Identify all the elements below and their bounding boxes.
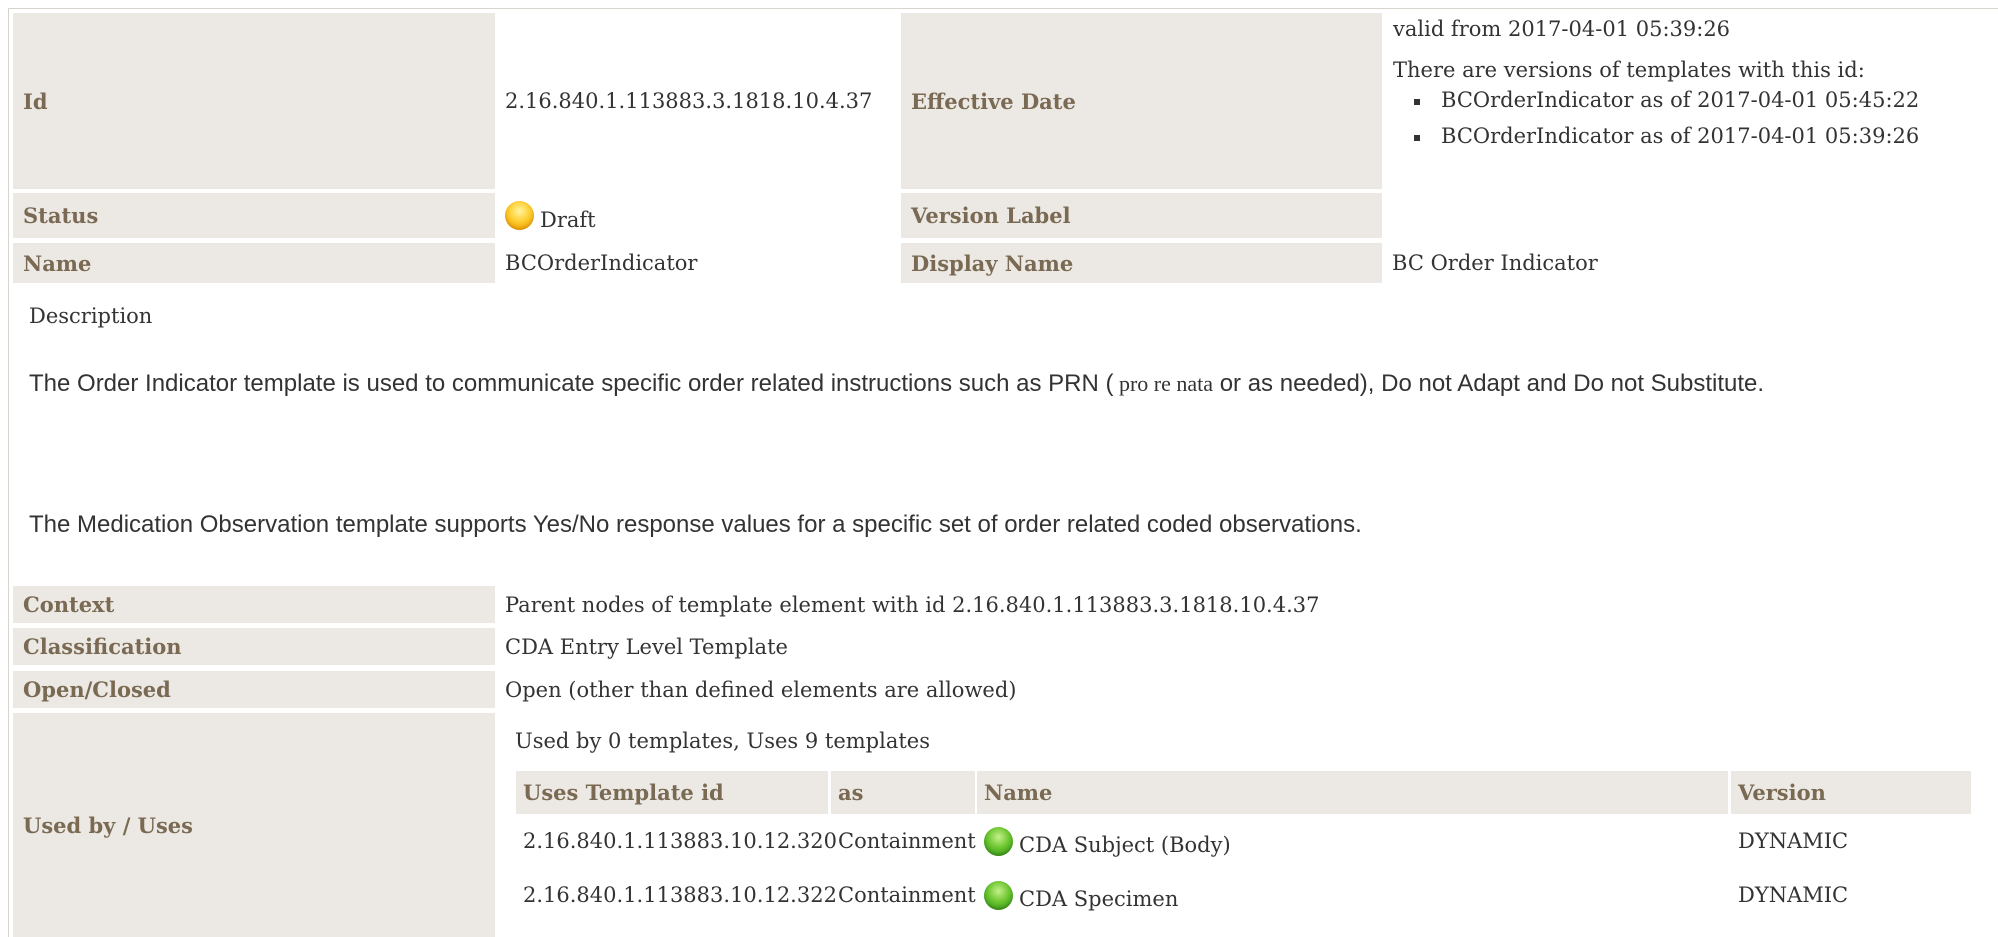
classification-label: Classification (13, 628, 495, 665)
uses-header-name[interactable]: Name (977, 771, 1728, 814)
display-name-value: BC Order Indicator (1392, 251, 1598, 275)
uses-row-name[interactable]: CDA Subject (Body) (977, 820, 1728, 862)
name-value: BCOrderIndicator (505, 251, 698, 275)
yellow-orb-icon (505, 201, 534, 230)
name-label: Name (13, 243, 495, 283)
used-by-summary: Used by 0 templates, Uses 9 templates (515, 729, 930, 753)
effective-date-label: Effective Date (901, 13, 1382, 189)
uses-row-name[interactable]: CDA Specimen (977, 874, 1728, 916)
uses-header-version[interactable]: Version (1731, 771, 1971, 814)
effective-date-value: valid from 2017-04-01 05:39:26 (1393, 17, 1731, 41)
display-name-label: Display Name (901, 243, 1382, 283)
description-italic-term: pro re nata (1113, 371, 1214, 396)
versions-intro: There are versions of templates with thi… (1393, 58, 1865, 82)
classification-value: CDA Entry Level Template (505, 634, 788, 659)
uses-header-template-id[interactable]: Uses Template id (516, 771, 828, 814)
description-paragraph-1: The Order Indicator template is used to … (29, 370, 1764, 398)
uses-row-name-text[interactable]: CDA Subject (Body) (1019, 833, 1231, 857)
uses-row-as: Containment (838, 883, 976, 907)
open-closed-value: Open (other than defined elements are al… (505, 677, 1017, 702)
description-paragraph-2: The Medication Observation template supp… (29, 511, 1362, 538)
description-text: or as needed), Do not Adapt and Do not S… (1213, 370, 1765, 397)
version-item[interactable]: BCOrderIndicator as of 2017-04-01 05:39:… (1393, 124, 1986, 148)
version-label-value (1386, 193, 1986, 238)
id-value: 2.16.840.1.113883.3.1818.10.4.37 (505, 89, 873, 113)
version-item[interactable]: BCOrderIndicator as of 2017-04-01 05:45:… (1393, 88, 1986, 112)
context-value: Parent nodes of template element with id… (505, 592, 1320, 617)
effective-date-cell: valid from 2017-04-01 05:39:26 There are… (1386, 13, 1986, 189)
status-value-cell: Draft (499, 193, 899, 238)
uses-row-template-id[interactable]: 2.16.840.1.113883.10.12.320 (516, 820, 837, 862)
description-text: The Order Indicator template is used to … (29, 370, 1114, 397)
uses-row-template-id[interactable]: 2.16.840.1.113883.10.12.322 (516, 874, 837, 916)
green-orb-icon (984, 880, 1013, 910)
uses-row-name-text[interactable]: CDA Specimen (1019, 887, 1178, 911)
version-label-label: Version Label (901, 193, 1382, 238)
uses-row-version: DYNAMIC (1738, 829, 1849, 853)
id-label: Id (13, 13, 495, 189)
uses-row-as: Containment (838, 829, 976, 853)
uses-row-version: DYNAMIC (1738, 883, 1849, 907)
context-label: Context (13, 586, 495, 623)
used-by-label: Used by / Uses (13, 713, 495, 937)
status-value: Draft (540, 207, 596, 232)
green-orb-icon (984, 826, 1013, 856)
description-label: Description (29, 304, 153, 328)
status-label: Status (13, 193, 495, 238)
uses-header-as[interactable]: as (831, 771, 975, 814)
versions-list: BCOrderIndicator as of 2017-04-01 05:45:… (1393, 88, 1986, 148)
open-closed-label: Open/Closed (13, 671, 495, 708)
